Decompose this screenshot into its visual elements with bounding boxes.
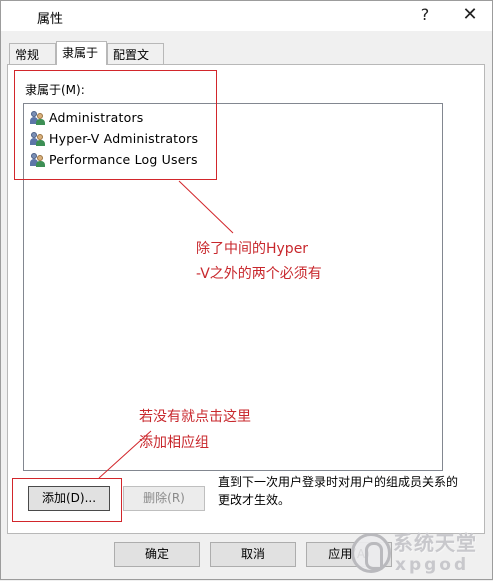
remove-button[interactable]: 删除(R) <box>123 486 205 511</box>
help-button[interactable]: ? <box>405 1 445 31</box>
close-button[interactable]: ✕ <box>450 1 490 31</box>
annotation-box-groups <box>14 70 217 180</box>
title-bar: 属性 ? ✕ <box>1 1 492 31</box>
tab-profile[interactable]: 配置文件 <box>107 43 164 79</box>
watermark-text: xpgod <box>395 555 470 575</box>
cancel-button[interactable]: 取消 <box>210 542 296 567</box>
window-title: 属性 <box>37 12 64 27</box>
properties-dialog: 属性 ? ✕ 常规 隶属于 配置文件 隶属于(M): Administrator… <box>0 0 493 580</box>
annotation-box-add <box>12 478 122 522</box>
annotation-text: -V之外的两个必须有 <box>196 266 322 282</box>
watermark-logo: 系统天堂 xpgod <box>351 521 491 579</box>
watermark-icon <box>351 533 391 573</box>
annotation-text: 除了中间的Hyper <box>196 241 309 257</box>
membership-note: 直到下一次用户登录时对用户的组成员关系的更改才生效。 <box>218 475 459 507</box>
ok-button[interactable]: 确定 <box>114 542 200 567</box>
tab-member-of[interactable]: 隶属于 <box>56 41 107 65</box>
watermark-text: 系统天堂 <box>393 531 477 555</box>
tab-general[interactable]: 常规 <box>9 43 56 64</box>
annotation-text: 若没有就点击这里 <box>139 409 251 425</box>
annotation-text: 添加相应组 <box>139 435 209 451</box>
